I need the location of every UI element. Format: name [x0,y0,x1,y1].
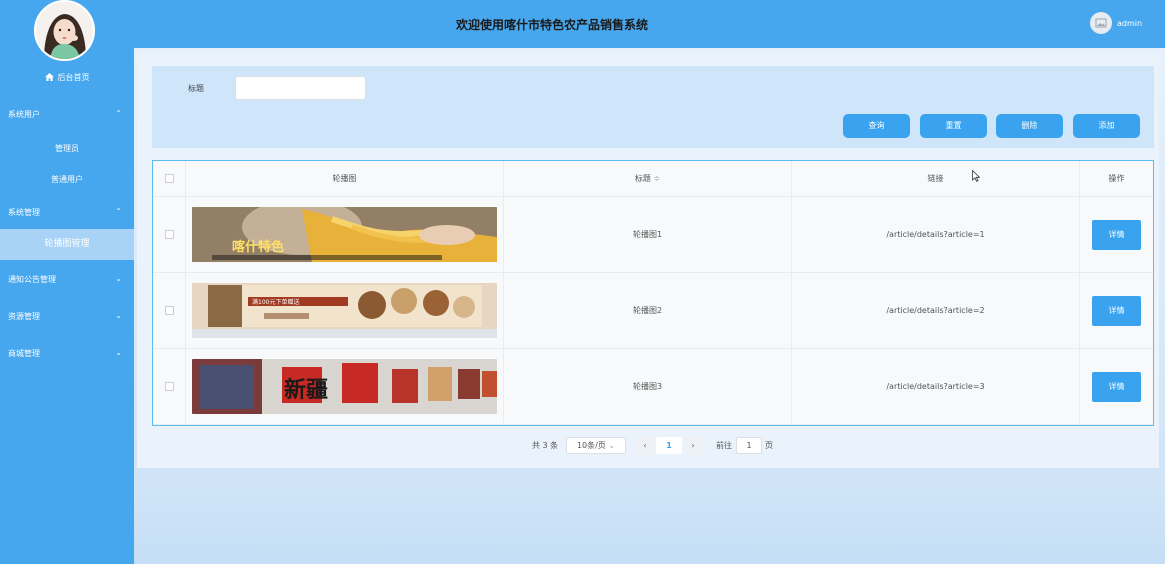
row-image-cell: 新疆 [186,349,504,424]
header-checkbox-cell [153,161,186,196]
add-button[interactable]: 添加 [1073,114,1140,138]
chevron-down-icon: ⌄ [115,348,122,357]
user-avatar-large [34,0,95,61]
carousel-image-text: 满100元下单赠送 [252,298,299,306]
row-actions: 详情 [1080,349,1153,424]
row-checkbox[interactable] [164,306,174,315]
header-label: 标题 [634,174,651,183]
row-title: 轮播图1 [504,197,792,272]
page-size-select[interactable]: 10条/页 ⌄ [566,437,626,454]
row-checkbox-cell [153,349,186,424]
header-link: 链接 [792,161,1080,196]
detail-button[interactable]: 详情 [1092,371,1141,402]
chevron-down-icon: ⌄ [115,274,122,283]
goto-page-input[interactable]: 1 [736,437,762,454]
row-checkbox-cell [153,197,186,272]
carousel-image: 满100元下单赠送 [192,283,497,338]
carousel-image-text: 喀什特色 [232,239,284,255]
row-actions: 详情 [1080,197,1153,272]
home-icon [44,73,54,81]
carousel-table: 轮播图 标题 ≑ 链接 操作 喀什特色 轮播图1 /article/detail… [152,160,1154,426]
header-label: 轮播图 [332,174,357,183]
sidebar-group-label: 系统管理 [8,208,40,217]
page-unit-label: 页 [765,441,773,450]
delete-button[interactable]: 删除 [996,114,1063,138]
chevron-up-icon: ⌃ [115,109,122,118]
sidebar-group-system-users[interactable]: 系统用户 ⌃ [8,109,126,120]
header-label: 操作 [1108,174,1125,183]
title-search-input[interactable] [235,76,366,100]
sidebar-group-mall[interactable]: 商城管理 ⌄ [8,348,126,359]
row-actions: 详情 [1080,273,1153,348]
row-title: 轮播图2 [504,273,792,348]
row-image-cell: 喀什特色 [186,197,504,272]
row-link: /article/details?article=2 [792,273,1080,348]
sidebar-group-resources[interactable]: 资源管理 ⌄ [8,311,126,322]
username[interactable]: admin [1117,19,1142,28]
sidebar-group-label: 通知公告管理 [8,275,56,284]
pagination-total: 共 3 条 [532,441,559,450]
carousel-image: 喀什特色 [192,207,497,262]
sidebar: 后台首页 系统用户 ⌃ 管理员 普通用户 系统管理 ⌃ 轮播图管理 通知公告管理… [0,0,134,564]
page-size-value: 10条/页 [576,441,606,450]
carousel-image: 新疆 [192,359,497,414]
header-actions: 操作 [1080,161,1153,196]
row-link: /article/details?article=3 [792,349,1080,424]
row-title: 轮播图3 [504,349,792,424]
header-title[interactable]: 标题 ≑ [504,161,792,196]
reset-button[interactable]: 重置 [920,114,987,138]
sidebar-group-notices[interactable]: 通知公告管理 ⌄ [8,274,126,285]
table-row: 新疆 轮播图3 /article/details?article=3 详情 [153,349,1153,425]
sidebar-group-label: 商城管理 [8,349,40,358]
top-header: 欢迎使用喀什市特色农产品销售系统 admin [134,0,1165,48]
goto-label: 前往 [716,441,732,450]
header-label: 链接 [927,174,944,183]
detail-button[interactable]: 详情 [1092,219,1141,250]
table-row: 满100元下单赠送 轮播图2 /article/details?article=… [153,273,1153,349]
sidebar-item-admins[interactable]: 管理员 [0,143,134,154]
sidebar-item-label: 轮播图管理 [44,239,90,249]
table-header: 轮播图 标题 ≑ 链接 操作 [153,161,1153,197]
chevron-down-icon: ⌄ [608,441,616,450]
chevron-down-icon: ⌄ [115,311,122,320]
row-link: /article/details?article=1 [792,197,1080,272]
row-image-cell: 满100元下单赠送 [186,273,504,348]
page-number-current[interactable]: 1 [656,437,682,454]
row-checkbox-cell [153,273,186,348]
sidebar-group-label: 系统用户 [8,110,40,119]
prev-page-button[interactable]: ‹ [636,437,654,454]
sidebar-item-label: 后台首页 [57,73,90,82]
sidebar-item-label: 普通用户 [51,175,83,184]
query-button[interactable]: 查询 [843,114,910,138]
sidebar-group-system-management[interactable]: 系统管理 ⌃ [8,207,126,218]
row-checkbox[interactable] [164,382,174,391]
user-avatar[interactable] [1090,12,1112,34]
search-label: 标题 [188,84,204,93]
mouse-cursor-icon [972,170,980,182]
sidebar-item-carousel[interactable]: 轮播图管理 [0,229,134,260]
sidebar-item-normal-users[interactable]: 普通用户 [0,174,134,185]
sidebar-item-label: 管理员 [55,144,79,153]
carousel-image-text: 新疆 [284,377,328,403]
row-checkbox[interactable] [164,230,174,239]
detail-button[interactable]: 详情 [1092,295,1141,326]
page-title: 欢迎使用喀什市特色农产品销售系统 [456,18,649,32]
select-all-checkbox[interactable] [164,174,174,183]
header-image: 轮播图 [186,161,504,196]
chevron-up-icon: ⌃ [115,207,122,216]
sort-icon[interactable]: ≑ [653,174,660,183]
image-icon [1095,18,1107,28]
sidebar-group-label: 资源管理 [8,312,40,321]
sidebar-item-home[interactable]: 后台首页 [0,72,134,83]
next-page-button[interactable]: › [684,437,702,454]
table-row: 喀什特色 轮播图1 /article/details?article=1 详情 [153,197,1153,273]
